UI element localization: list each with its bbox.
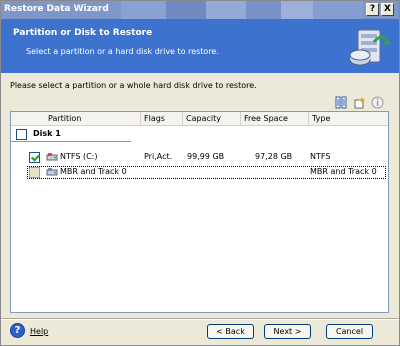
column-header-free-space[interactable]: Free Space <box>241 112 309 125</box>
title-bar-decoration <box>166 1 206 19</box>
sort-columns-icon[interactable] <box>335 96 348 109</box>
title-bar-decoration <box>313 1 363 19</box>
header-title: Partition or Disk to Restore <box>13 28 153 38</box>
title-bar[interactable]: Restore Data Wizard ? X <box>1 1 399 19</box>
restore-wizard-window: Restore Data Wizard ? X Partition or Dis… <box>0 0 400 346</box>
mbr-drive-icon <box>46 168 58 176</box>
cell-type: NTFS <box>310 152 331 161</box>
disk-checkbox[interactable] <box>16 129 27 140</box>
cell-partition: NTFS (C:) <box>60 152 98 161</box>
partition-checkbox[interactable] <box>29 167 40 178</box>
footer-divider <box>1 318 399 320</box>
new-item-icon[interactable] <box>353 96 366 109</box>
cell-capacity: 99,99 GB <box>187 152 225 161</box>
header-subtitle: Select a partition or a hard disk drive … <box>26 47 219 56</box>
cell-partition: MBR and Track 0 <box>60 167 127 176</box>
partition-drive-icon <box>46 153 58 161</box>
help-title-button[interactable]: ? <box>366 3 379 16</box>
column-header-flags[interactable]: Flags <box>141 112 183 125</box>
partition-table: Partition Flags Capacity Free Space Type… <box>10 111 389 313</box>
column-header-type[interactable]: Type <box>309 112 388 125</box>
cell-type: MBR and Track 0 <box>310 167 377 176</box>
title-bar-decoration <box>121 1 166 19</box>
disk-divider <box>11 141 131 142</box>
cancel-button[interactable]: Cancel <box>326 324 373 339</box>
close-button[interactable]: X <box>381 3 394 16</box>
column-header-capacity[interactable]: Capacity <box>183 112 241 125</box>
info-icon[interactable] <box>371 96 384 109</box>
window-title: Restore Data Wizard <box>4 4 109 14</box>
table-row[interactable]: MBR and Track 0 MBR and Track 0 <box>27 166 386 179</box>
help-icon[interactable]: ? <box>10 323 25 338</box>
help-link[interactable]: Help <box>30 327 48 336</box>
column-header-partition[interactable]: Partition <box>45 112 141 125</box>
title-bar-decoration <box>206 1 246 19</box>
wizard-header: Partition or Disk to Restore Select a pa… <box>1 19 399 73</box>
table-header: Partition Flags Capacity Free Space Type <box>11 112 388 126</box>
help-link-text: Help <box>30 327 49 336</box>
table-row[interactable]: NTFS (C:) Pri,Act. 99,99 GB 97,28 GB NTF… <box>27 151 386 164</box>
partition-checkbox[interactable] <box>29 152 40 163</box>
disk-row[interactable]: Disk 1 <box>11 127 388 141</box>
restore-wizard-icon <box>349 29 391 66</box>
disk-label: Disk 1 <box>33 129 61 138</box>
back-button[interactable]: < Back <box>207 324 254 339</box>
instruction-text: Please select a partition or a whole har… <box>10 81 257 90</box>
cell-free-space: 97,28 GB <box>255 152 293 161</box>
cell-flags: Pri,Act. <box>144 152 173 161</box>
next-button[interactable]: Next > <box>264 324 311 339</box>
title-bar-decoration <box>246 1 281 19</box>
title-bar-decoration <box>281 1 313 19</box>
